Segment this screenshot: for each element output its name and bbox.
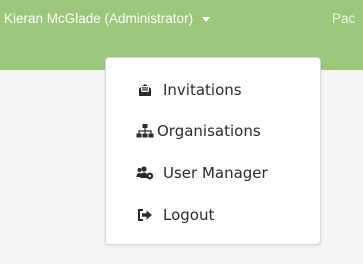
caret-down-icon — [202, 16, 211, 22]
menu-item-invitations[interactable]: Invitations — [136, 79, 242, 101]
menu-item-user-manager[interactable]: User Manager — [136, 162, 268, 184]
sign-out-icon — [136, 207, 154, 223]
user-name-label: Kieran McGlade (Administrator) — [4, 11, 194, 26]
menu-item-label: Logout — [163, 206, 215, 224]
page: Kieran McGlade (Administrator) Pac Invit… — [0, 0, 363, 264]
nav-item-next[interactable]: Pac — [332, 11, 355, 26]
menu-item-label: Organisations — [157, 122, 261, 140]
menu-item-organisations[interactable]: Organisations — [136, 120, 261, 142]
menu-item-label: User Manager — [163, 164, 268, 182]
user-menu-toggle[interactable]: Kieran McGlade (Administrator) — [4, 11, 211, 26]
envelope-open-icon — [136, 82, 154, 98]
menu-item-logout[interactable]: Logout — [136, 204, 214, 226]
sitemap-icon — [136, 123, 154, 139]
menu-item-label: Invitations — [163, 81, 242, 99]
user-dropdown-menu: Invitations Organisations User Manager L… — [105, 57, 321, 245]
users-cog-icon — [136, 165, 154, 181]
